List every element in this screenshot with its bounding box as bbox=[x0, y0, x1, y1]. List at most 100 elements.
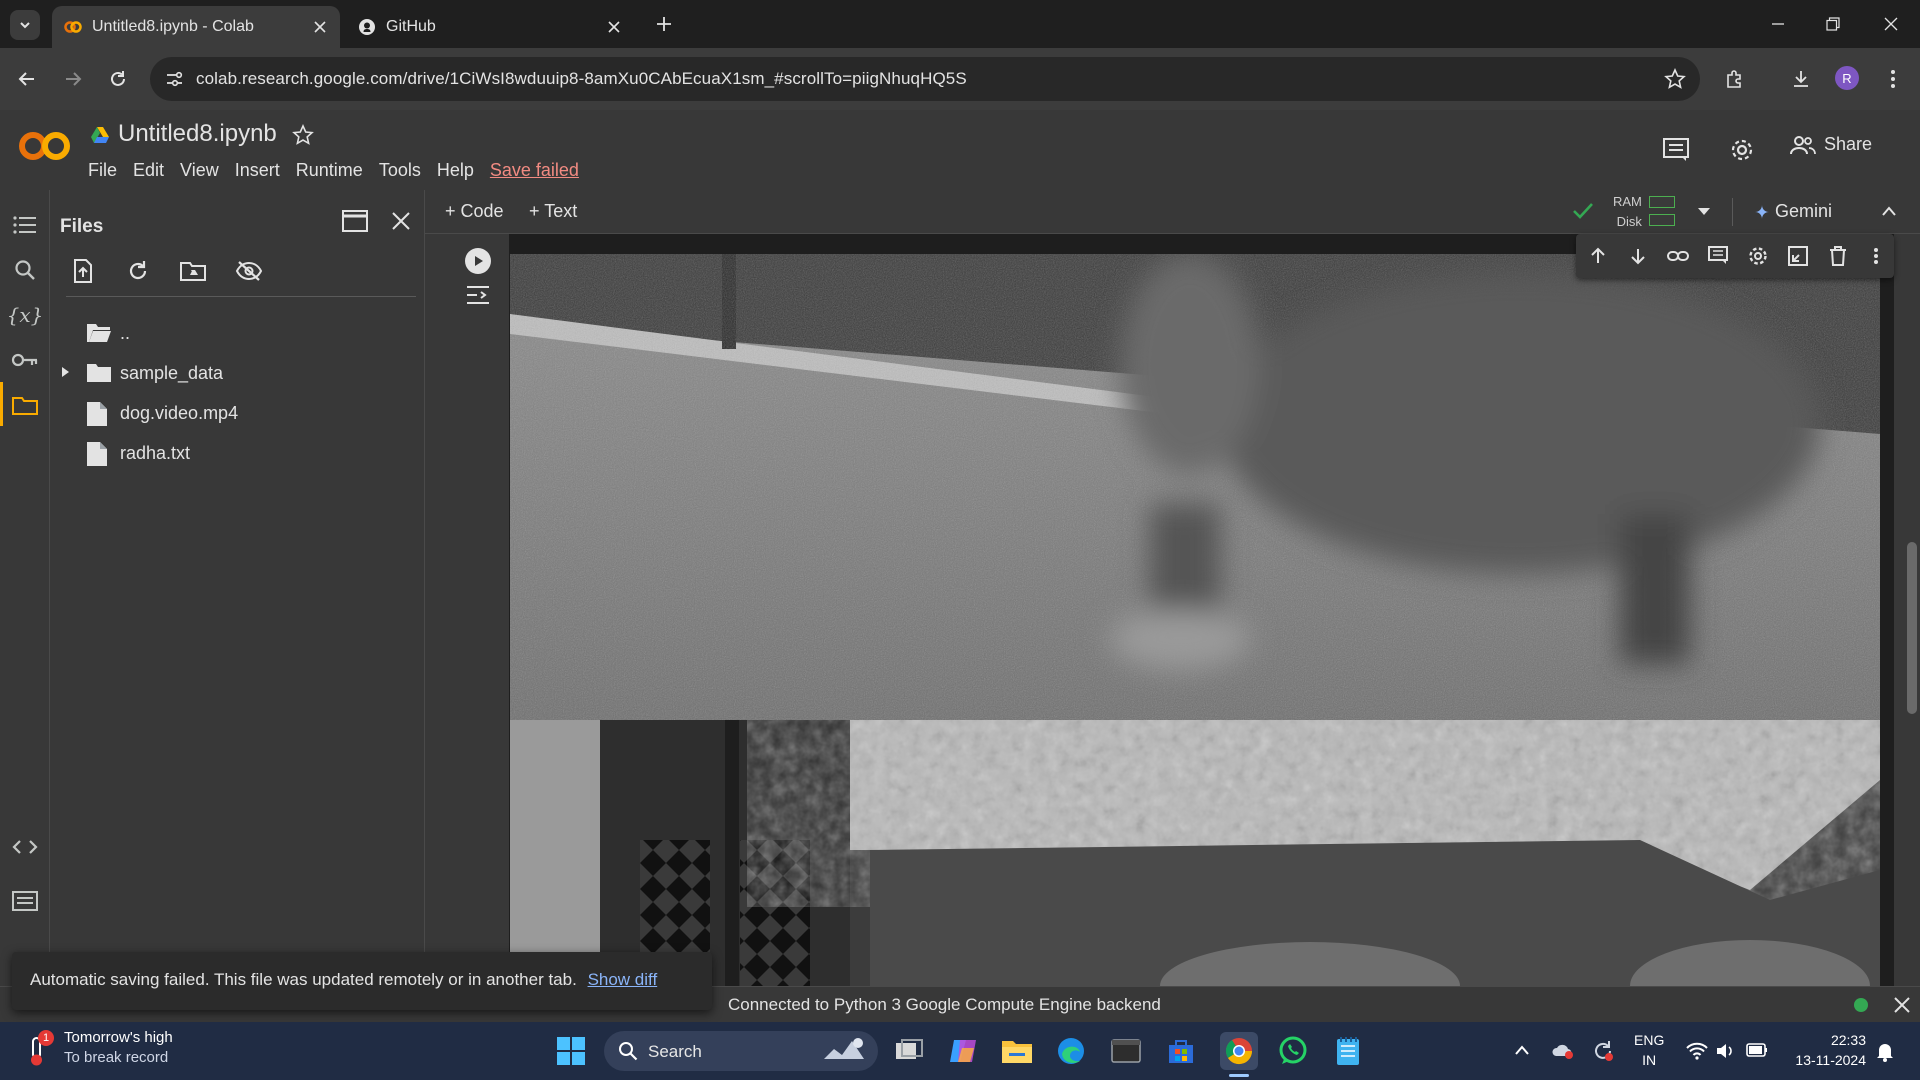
menu-help[interactable]: Help bbox=[437, 160, 474, 181]
open-in-tab-button[interactable] bbox=[342, 210, 368, 232]
downloads-button[interactable] bbox=[1786, 64, 1816, 94]
left-sidebar-rail: {x} bbox=[0, 190, 50, 990]
notepad-app[interactable] bbox=[1329, 1032, 1367, 1070]
upload-file-button[interactable] bbox=[68, 256, 98, 286]
menu-runtime[interactable]: Runtime bbox=[296, 160, 363, 181]
sync-icon[interactable] bbox=[1592, 1040, 1614, 1062]
mount-drive-button[interactable] bbox=[178, 256, 208, 286]
address-bar[interactable]: colab.research.google.com/drive/1CiWsI8w… bbox=[150, 57, 1700, 101]
wifi-icon[interactable] bbox=[1686, 1042, 1708, 1060]
file-row-sample-data[interactable]: sample_data bbox=[50, 356, 420, 390]
minimize-button[interactable] bbox=[1764, 10, 1792, 38]
browser-menu-button[interactable] bbox=[1878, 64, 1908, 94]
tab-github[interactable]: GitHub bbox=[346, 6, 634, 48]
scrollbar-thumb[interactable] bbox=[1907, 542, 1917, 714]
tab-search-button[interactable] bbox=[10, 10, 40, 40]
secrets-button[interactable] bbox=[10, 345, 40, 375]
new-tab-button[interactable] bbox=[652, 12, 676, 36]
file-row-dog-video[interactable]: dog.video.mp4 bbox=[50, 396, 420, 430]
add-comment-button[interactable] bbox=[1706, 244, 1730, 268]
collapse-up-icon[interactable] bbox=[1881, 205, 1897, 217]
notebook-title[interactable]: Untitled8.ipynb bbox=[118, 120, 277, 148]
menu-tools[interactable]: Tools bbox=[379, 160, 421, 181]
forward-button[interactable] bbox=[58, 64, 88, 94]
clock[interactable]: 22:33 13-11-2024 bbox=[1788, 1030, 1866, 1070]
share-button[interactable]: Share bbox=[1790, 134, 1872, 155]
file-name: .. bbox=[120, 323, 131, 343]
file-explorer-app[interactable] bbox=[998, 1032, 1036, 1070]
hide-files-button[interactable] bbox=[234, 256, 264, 286]
close-icon[interactable] bbox=[1894, 997, 1910, 1013]
chevron-down-icon bbox=[20, 22, 30, 29]
bookmark-star-icon[interactable] bbox=[1664, 68, 1686, 90]
code-snippets-button[interactable] bbox=[10, 832, 40, 862]
settings-button[interactable] bbox=[1726, 134, 1758, 166]
start-button[interactable] bbox=[552, 1032, 590, 1070]
menu-file[interactable]: File bbox=[88, 160, 117, 181]
close-panel-button[interactable] bbox=[392, 212, 410, 230]
move-cell-up-button[interactable] bbox=[1586, 244, 1610, 268]
tab-title: Untitled8.ipynb - Colab bbox=[92, 18, 254, 35]
restore-button[interactable] bbox=[1819, 10, 1847, 38]
more-actions-button[interactable] bbox=[1864, 244, 1888, 268]
add-code-button[interactable]: + Code bbox=[445, 201, 504, 222]
language-indicator[interactable]: ENG IN bbox=[1634, 1030, 1664, 1070]
output-actions-icon[interactable] bbox=[465, 284, 491, 306]
copy-link-button[interactable] bbox=[1666, 244, 1690, 268]
menu-insert[interactable]: Insert bbox=[235, 160, 280, 181]
menu-edit[interactable]: Edit bbox=[133, 160, 164, 181]
cell-settings-button[interactable] bbox=[1746, 244, 1770, 268]
mirror-cell-button[interactable] bbox=[1786, 244, 1810, 268]
gemini-button[interactable]: Gemini bbox=[1775, 201, 1832, 222]
show-hidden-icons-icon[interactable] bbox=[1514, 1044, 1530, 1056]
site-settings-icon[interactable] bbox=[164, 69, 184, 89]
menu-view[interactable]: View bbox=[180, 160, 219, 181]
show-diff-link[interactable]: Show diff bbox=[588, 970, 658, 989]
file-row-radha-txt[interactable]: radha.txt bbox=[50, 436, 420, 470]
expand-arrow-icon[interactable] bbox=[58, 365, 72, 379]
delete-cell-button[interactable] bbox=[1826, 244, 1850, 268]
arrow-up-icon bbox=[1591, 247, 1605, 263]
command-palette-button[interactable] bbox=[10, 886, 40, 916]
files-button[interactable] bbox=[10, 390, 40, 420]
notepad-icon bbox=[1337, 1037, 1359, 1065]
extensions-button[interactable] bbox=[1720, 64, 1750, 94]
whatsapp-app[interactable] bbox=[1274, 1032, 1312, 1070]
variables-icon[interactable]: {x} bbox=[7, 300, 44, 330]
star-icon[interactable] bbox=[292, 124, 314, 146]
task-view-button[interactable] bbox=[890, 1032, 928, 1070]
weather-text[interactable]: Tomorrow's high To break record bbox=[64, 1028, 173, 1068]
onedrive-icon[interactable] bbox=[1552, 1040, 1574, 1060]
reload-button[interactable] bbox=[103, 64, 133, 94]
profile-avatar[interactable]: R bbox=[1835, 66, 1859, 90]
dropdown-arrow-icon[interactable] bbox=[1697, 207, 1711, 217]
taskbar-search[interactable]: Search bbox=[604, 1031, 878, 1071]
edge-app[interactable] bbox=[1052, 1032, 1090, 1070]
close-window-button[interactable] bbox=[1877, 10, 1905, 38]
save-failed-link[interactable]: Save failed bbox=[490, 160, 579, 181]
volume-icon[interactable] bbox=[1716, 1042, 1736, 1060]
file-row-parent[interactable]: .. bbox=[50, 316, 420, 350]
weather-widget[interactable]: 1 bbox=[26, 1030, 54, 1068]
scrollbar[interactable] bbox=[1904, 234, 1920, 986]
table-of-contents-button[interactable] bbox=[10, 210, 40, 240]
notification-bell-icon[interactable] bbox=[1876, 1042, 1894, 1062]
chrome-app[interactable] bbox=[1220, 1032, 1258, 1070]
tab-colab[interactable]: Untitled8.ipynb - Colab bbox=[52, 6, 340, 48]
battery-icon[interactable] bbox=[1746, 1043, 1768, 1057]
move-cell-down-button[interactable] bbox=[1626, 244, 1650, 268]
find-button[interactable] bbox=[10, 255, 40, 285]
run-cell-button[interactable] bbox=[465, 248, 491, 274]
terminal-app[interactable] bbox=[1107, 1032, 1145, 1070]
comments-button[interactable] bbox=[1660, 134, 1692, 166]
store-app[interactable] bbox=[1162, 1032, 1200, 1070]
add-text-button[interactable]: + Text bbox=[529, 201, 577, 222]
resource-monitor[interactable]: RAM Disk bbox=[1613, 192, 1642, 232]
copilot-app[interactable] bbox=[944, 1032, 982, 1070]
search-icon bbox=[619, 1042, 638, 1061]
back-button[interactable] bbox=[12, 64, 42, 94]
close-tab-icon[interactable] bbox=[310, 17, 330, 37]
close-tab-icon[interactable] bbox=[604, 17, 624, 37]
colab-logo-icon[interactable] bbox=[18, 130, 72, 162]
refresh-button[interactable] bbox=[123, 256, 153, 286]
